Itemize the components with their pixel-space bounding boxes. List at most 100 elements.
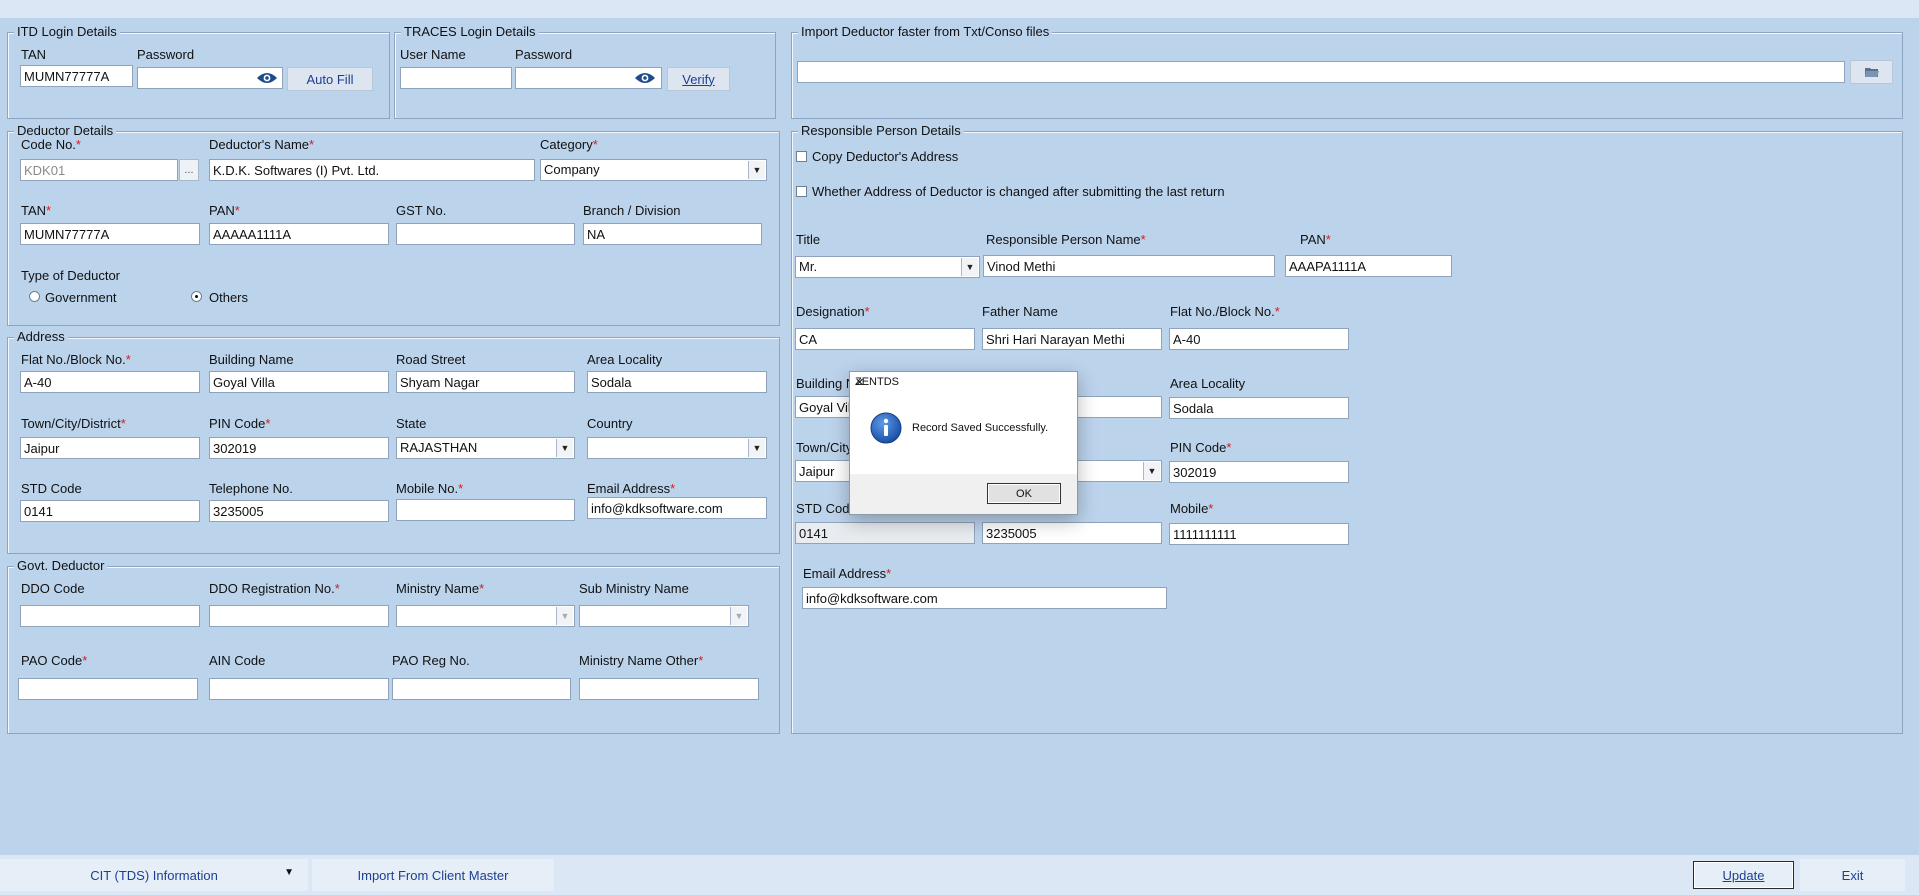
rp-father-input[interactable] [982, 328, 1162, 350]
traces-username-input[interactable] [400, 67, 512, 89]
rp-mobile-label: Mobile* [1170, 501, 1213, 516]
address-road-label: Road Street [396, 352, 466, 367]
address-changed-label: Whether Address of Deductor is changed a… [812, 184, 1225, 199]
rp-flat-input[interactable] [1169, 328, 1349, 350]
gst-no-input[interactable] [396, 223, 575, 245]
rp-email-label: Email Address* [803, 566, 891, 581]
rp-pan-label: PAN* [1300, 232, 1331, 247]
deductor-tan-input[interactable] [20, 223, 200, 245]
required-mark: * [75, 137, 81, 152]
type-others-radio[interactable] [191, 291, 202, 302]
traces-login-legend: TRACES Login Details [401, 24, 539, 40]
address-area-label: Area Locality [587, 352, 663, 367]
required-mark: * [334, 581, 340, 596]
address-area-input[interactable] [587, 371, 767, 393]
address-road-input[interactable] [396, 371, 575, 393]
ministry-name-label-text: Ministry Name [396, 581, 480, 596]
pao-reg-input[interactable] [392, 678, 571, 700]
category-label-text: Category [540, 137, 593, 152]
dialog-titlebar: ZENTDS ✕ [850, 372, 1077, 394]
rp-title-value: Mr. [799, 259, 818, 274]
itd-show-password-eye-icon[interactable] [256, 71, 278, 85]
address-flat-input[interactable] [20, 371, 200, 393]
ain-code-label: AIN Code [209, 653, 266, 668]
rp-mobile-input[interactable] [1169, 523, 1349, 545]
rp-mobile-label-text: Mobile [1170, 501, 1209, 516]
address-building-label: Building Name [209, 352, 294, 367]
chevron-down-icon: ▼ [730, 607, 747, 625]
required-mark: * [886, 566, 892, 581]
address-mobile-input[interactable] [396, 499, 575, 521]
traces-show-password-eye-icon[interactable] [634, 71, 656, 85]
rp-title-select[interactable]: Mr. ▼ [795, 256, 980, 278]
auto-fill-button[interactable]: Auto Fill [287, 67, 373, 91]
update-button[interactable]: Update [1693, 861, 1794, 889]
code-lookup-button[interactable]: ... [179, 159, 199, 181]
address-mobile-label: Mobile No.* [396, 481, 463, 496]
dialog-body: Record Saved Successfully. [850, 394, 1077, 474]
deductor-tan-label-text: TAN [21, 203, 47, 218]
sub-ministry-select[interactable]: ▼ [579, 605, 749, 627]
traces-username-label: User Name [400, 47, 466, 62]
rp-name-input[interactable] [983, 255, 1275, 277]
rp-designation-label: Designation* [796, 304, 870, 319]
category-select[interactable]: Company ▼ [540, 159, 767, 181]
chevron-down-icon: ▼ [748, 439, 765, 457]
close-icon[interactable]: ✕ [855, 376, 1071, 389]
rp-email-input[interactable] [802, 587, 1167, 609]
address-state-label: State [396, 416, 427, 431]
ddo-registration-label-text: DDO Registration No. [209, 581, 335, 596]
rp-std-input[interactable] [795, 522, 975, 544]
code-no-label-text: Code No. [21, 137, 76, 152]
deductor-name-input[interactable] [209, 159, 535, 181]
address-email-input[interactable] [587, 497, 767, 519]
ministry-other-input[interactable] [579, 678, 759, 700]
address-state-select[interactable]: RAJASTHAN ▼ [396, 437, 575, 459]
address-building-input[interactable] [209, 371, 389, 393]
branch-division-input[interactable] [583, 223, 762, 245]
import-from-client-master-label: Import From Client Master [357, 867, 509, 883]
browse-folder-button[interactable] [1850, 60, 1893, 84]
address-telephone-input[interactable] [209, 500, 389, 522]
rp-designation-input[interactable] [795, 328, 975, 350]
address-email-label-text: Email Address [587, 481, 671, 496]
dialog-ok-button[interactable]: OK [987, 483, 1061, 504]
rp-telephone-input[interactable] [982, 522, 1162, 544]
itd-tan-input[interactable] [20, 65, 133, 87]
ddo-code-input[interactable] [20, 605, 200, 627]
address-changed-checkbox[interactable] [796, 186, 807, 197]
ddo-registration-input[interactable] [209, 605, 389, 627]
import-file-path-input[interactable] [797, 61, 1845, 83]
ministry-name-select[interactable]: ▼ [396, 605, 575, 627]
rp-std-label: STD Cod [796, 501, 850, 516]
address-town-input[interactable] [20, 437, 200, 459]
rp-designation-label-text: Designation [796, 304, 865, 319]
copy-address-checkbox[interactable] [796, 151, 807, 162]
rp-pin-input[interactable] [1169, 461, 1349, 483]
ain-code-input[interactable] [209, 678, 389, 700]
required-mark: * [82, 653, 88, 668]
rp-email-label-text: Email Address [803, 566, 887, 581]
type-government-radio[interactable] [29, 291, 40, 302]
rp-title-label: Title [796, 232, 821, 247]
rp-area-input[interactable] [1169, 397, 1349, 419]
pao-code-input[interactable] [18, 678, 198, 700]
rp-town-label: Town/City [796, 440, 853, 455]
address-std-input[interactable] [20, 500, 200, 522]
address-town-label-text: Town/City/District [21, 416, 121, 431]
import-from-client-master-button[interactable]: Import From Client Master [312, 859, 554, 891]
itd-password-label: Password [137, 47, 195, 62]
required-mark: * [592, 137, 598, 152]
verify-button[interactable]: Verify [667, 67, 730, 91]
responsible-person-legend: Responsible Person Details [798, 123, 964, 139]
address-country-label: Country [587, 416, 633, 431]
address-country-select[interactable]: ▼ [587, 437, 767, 459]
update-button-label: Update [1722, 867, 1765, 883]
address-pin-input[interactable] [209, 437, 389, 459]
gst-no-label: GST No. [396, 203, 447, 218]
deductor-pan-input[interactable] [209, 223, 389, 245]
cit-tds-information-dropdown[interactable]: CIT (TDS) Information ▼ [0, 859, 308, 891]
rp-pan-input[interactable] [1285, 255, 1452, 277]
exit-button[interactable]: Exit [1800, 859, 1905, 891]
code-no-input[interactable] [20, 159, 178, 181]
